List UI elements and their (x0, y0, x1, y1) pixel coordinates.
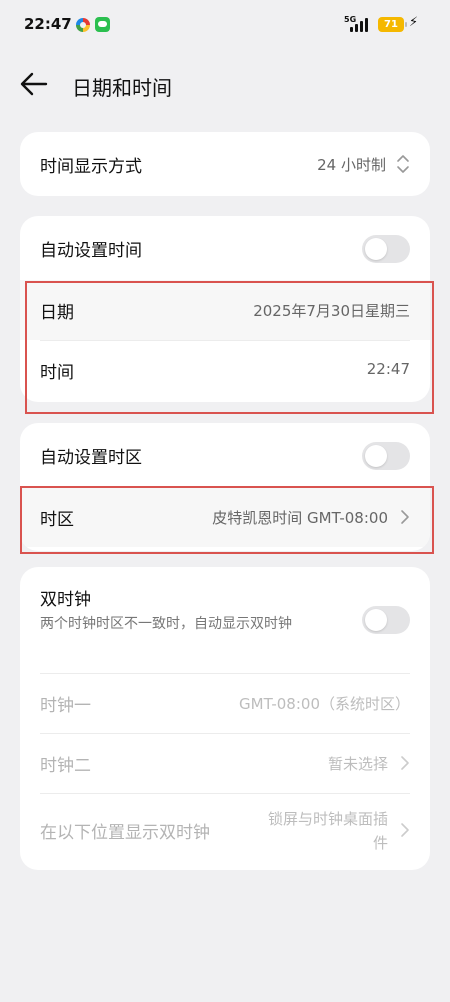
dual-clock-position-value: 锁屏与时钟桌面插件 (267, 810, 388, 852)
up-down-chevron-icon (397, 155, 409, 173)
dual-clock-card: 双时钟 两个时钟时区不一致时，自动显示双时钟 时钟一 GMT-08:00（系统时… (20, 567, 430, 870)
back-button[interactable] (18, 70, 50, 98)
chevron-right-icon (401, 823, 409, 837)
signal-icon (350, 18, 370, 32)
battery-icon: 71 (378, 17, 407, 32)
status-time: 22:47 (24, 15, 72, 33)
auto-timezone-toggle[interactable] (362, 442, 410, 470)
auto-timezone-label: 自动设置时区 (40, 448, 142, 468)
dual-clock-title: 双时钟 (40, 590, 91, 610)
time-format-card: 时间显示方式 24 小时制 (20, 132, 430, 196)
auto-time-label: 自动设置时间 (40, 241, 142, 261)
messages-app-icon (95, 17, 110, 32)
status-bar: 22:47 5G 71 ⚡ (0, 0, 450, 50)
clock-one-value: GMT-08:00（系统时区） (239, 695, 410, 713)
highlight-box-timezone (20, 486, 434, 554)
page-title: 日期和时间 (72, 76, 172, 100)
auto-time-row: 自动设置时间 (20, 218, 430, 278)
time-format-value: 24 小时制 (317, 156, 386, 174)
page-header: 日期和时间 (0, 58, 450, 114)
clock-one-row[interactable]: 时钟一 GMT-08:00（系统时区） (20, 673, 430, 733)
time-format-row[interactable]: 时间显示方式 24 小时制 (20, 134, 430, 194)
auto-timezone-row: 自动设置时区 (20, 425, 430, 485)
clock-two-value: 暂未选择 (327, 755, 388, 773)
back-arrow-icon (20, 72, 48, 96)
dual-clock-position-row[interactable]: 在以下位置显示双时钟 锁屏与时钟桌面插件 (20, 793, 430, 867)
charging-bolt-icon: ⚡ (409, 15, 419, 30)
highlight-box-date-time (25, 281, 434, 414)
chevron-right-icon (401, 756, 409, 770)
time-format-label: 时间显示方式 (40, 157, 142, 177)
clock-one-label: 时钟一 (40, 696, 91, 716)
clock-two-row[interactable]: 时钟二 暂未选择 (20, 733, 430, 793)
dual-clock-position-label: 在以下位置显示双时钟 (40, 823, 210, 843)
clock-two-label: 时钟二 (40, 756, 91, 776)
auto-time-toggle[interactable] (362, 235, 410, 263)
dual-clock-description: 两个时钟时区不一致时，自动显示双时钟 (40, 616, 292, 632)
dual-clock-toggle[interactable] (362, 606, 410, 634)
dual-clock-row: 双时钟 两个时钟时区不一致时，自动显示双时钟 (20, 567, 430, 673)
app-icon-colorful (76, 18, 90, 32)
